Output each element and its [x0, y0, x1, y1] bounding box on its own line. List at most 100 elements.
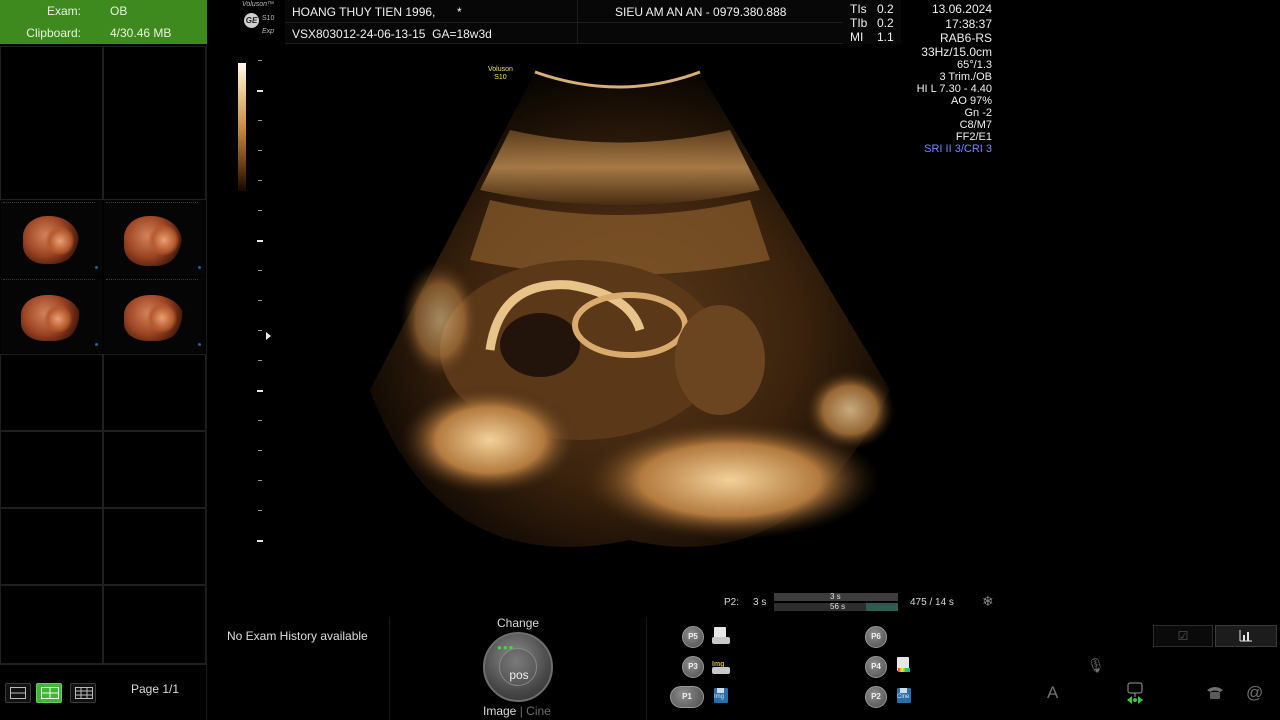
param-frame-depth: 33Hz/15.0cm	[921, 45, 992, 59]
clipboard-cell[interactable]	[0, 46, 103, 200]
snowflake-icon[interactable]: ❄	[982, 593, 994, 610]
exam-id-value: VSX803012-24-06-13-15	[292, 27, 426, 41]
depth-minor-tick	[258, 60, 262, 61]
exam-time: 17:38:37	[945, 17, 992, 31]
at-sign-icon[interactable]: @	[1246, 683, 1263, 703]
depth-minor-tick	[258, 120, 262, 121]
color-printer-icon	[894, 656, 914, 676]
text-annotation-icon[interactable]: A	[1047, 683, 1058, 703]
patient-marker: *	[457, 5, 462, 19]
depth-major-tick	[257, 240, 263, 242]
cine-mode-label[interactable]: Cine	[526, 704, 551, 718]
phone-icon[interactable]	[1205, 684, 1225, 705]
exam-history-status: No Exam History available	[227, 629, 368, 643]
p1-button[interactable]: P1	[670, 686, 704, 708]
clipboard-thumbnail[interactable]	[1, 200, 102, 276]
clipboard-cell[interactable]	[0, 354, 103, 431]
exam-id: VSX803012-24-06-13-15 GA=18w3d	[292, 27, 492, 41]
mi-label: MI	[850, 30, 864, 44]
depth-minor-tick	[258, 510, 262, 511]
pos-knob[interactable]: ●●● pos	[483, 632, 553, 702]
divider	[389, 617, 390, 720]
tissue-highlight	[400, 385, 580, 495]
layout-toolbar: Page 1/1	[0, 664, 206, 720]
focus-marker-icon	[266, 332, 271, 340]
mode-separator: |	[519, 704, 523, 718]
clipboard-cell[interactable]	[103, 354, 206, 431]
clipboard-label: Clipboard:	[26, 26, 81, 40]
tissue-highlight	[805, 370, 895, 450]
depth-minor-tick	[258, 450, 262, 451]
p6-button[interactable]: P6	[865, 626, 887, 648]
checkbox-icon: ☑	[1177, 629, 1189, 643]
layout-3x3-button[interactable]	[70, 683, 96, 703]
depth-minor-tick	[258, 330, 262, 331]
patient-name: HOANG THUY TIEN 1996,	[292, 5, 436, 19]
left-panel: Exam: OB Clipboard: 4/30.46 MB Page 1/1	[0, 0, 207, 720]
image-print-icon: Img	[711, 656, 731, 676]
exam-info-box: Exam: OB Clipboard: 4/30.46 MB	[0, 0, 207, 44]
network-icon[interactable]	[1124, 682, 1146, 709]
cine-save-text: Cine	[897, 694, 910, 700]
clipboard-thumbnail[interactable]	[104, 277, 205, 353]
layout-1x2-icon	[10, 687, 26, 699]
tissue-highlight	[400, 260, 480, 380]
cine-slider[interactable]: 3 s 56 s	[774, 592, 898, 611]
tis-value: 0.2	[877, 2, 894, 16]
clipboard-thumbnail[interactable]	[104, 200, 205, 276]
exam-value: OB	[110, 4, 128, 18]
depth-minor-tick	[258, 210, 262, 211]
tis-label: TIs	[850, 2, 867, 16]
layout-2x2-button[interactable]	[36, 683, 62, 703]
patient-header: HOANG THUY TIEN 1996, * VSX803012-24-06-…	[285, 0, 843, 44]
p5-button[interactable]: P5	[682, 626, 704, 648]
image-mode-label[interactable]: Image	[483, 704, 516, 718]
gray-scale-bar	[238, 63, 246, 191]
divider	[646, 617, 647, 720]
save-image-icon: Img	[711, 686, 731, 706]
probe-name: RAB6-RS	[939, 31, 992, 45]
ge-logo-icon: GE	[244, 13, 259, 28]
cine-bar-bottom-label: 56 s	[830, 602, 846, 611]
clipboard-cell[interactable]	[0, 431, 103, 508]
depth-minor-tick	[258, 180, 262, 181]
clipboard-cell[interactable]	[103, 585, 206, 664]
brand-name: Voluson™	[242, 1, 275, 8]
ultrasound-3d-image[interactable]	[330, 60, 930, 560]
img-text: Img	[712, 661, 725, 668]
ge-voluson-logo: Voluson™ GE S10 Exp	[240, 1, 280, 39]
depth-major-tick	[257, 390, 263, 392]
clipboard-value: 4/30.46 MB	[110, 26, 172, 40]
clipboard-thumbnail[interactable]	[1, 277, 102, 353]
clipboard-cell[interactable]	[103, 508, 206, 585]
p3-button[interactable]: P3	[682, 656, 704, 678]
layout-single-button[interactable]	[5, 683, 31, 703]
model-suffix: Exp	[262, 28, 275, 35]
clipboard-cell[interactable]	[103, 46, 206, 200]
cine-time: 3 s	[753, 597, 767, 608]
depth-major-tick	[257, 540, 263, 542]
mi-value: 1.1	[877, 30, 894, 44]
worksheet-button[interactable]: ☑	[1153, 625, 1213, 647]
fetal-region	[675, 305, 765, 415]
printer-icon	[711, 626, 731, 646]
gestational-age: GA=18w3d	[432, 27, 492, 41]
clipboard-grid	[0, 46, 206, 664]
depth-minor-tick	[258, 480, 262, 481]
depth-minor-tick	[258, 420, 262, 421]
clipboard-cell[interactable]	[0, 508, 103, 585]
p2-button[interactable]: P2	[865, 686, 887, 708]
cine-bar: P2: 3 s 3 s 56 s 475 / 14 s ❄	[724, 592, 1004, 614]
tib-label: TIb	[850, 16, 868, 30]
report-button[interactable]	[1215, 625, 1277, 647]
exam-label: Exam:	[46, 4, 81, 18]
image-cine-toggle[interactable]: Image | Cine	[483, 704, 551, 718]
microphone-muted-icon[interactable]: 🎙	[1087, 657, 1105, 674]
p4-button[interactable]: P4	[865, 656, 887, 678]
thermal-index-box: TIs 0.2 TIb 0.2 MI 1.1	[843, 0, 901, 44]
layout-2x2-icon	[41, 687, 59, 699]
clipboard-cell[interactable]	[0, 585, 103, 664]
model-name: S10	[262, 15, 275, 22]
cine-bar-top: 3 s	[774, 592, 898, 601]
clipboard-cell[interactable]	[103, 431, 206, 508]
